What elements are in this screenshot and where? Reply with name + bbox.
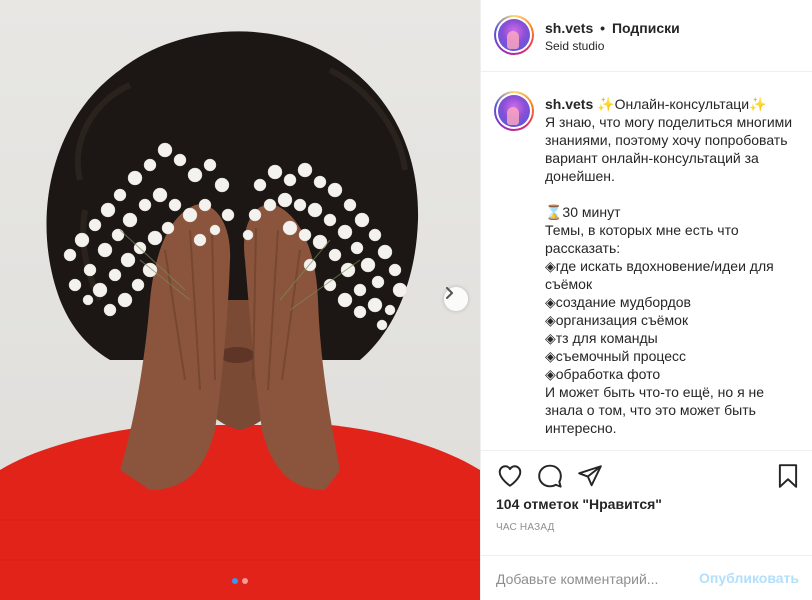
caption-author-link[interactable]: sh.vets xyxy=(545,96,593,112)
carousel-indicator xyxy=(0,578,480,584)
carousel-next-button[interactable] xyxy=(444,287,468,311)
sweater-shape xyxy=(0,425,480,600)
avatar[interactable] xyxy=(494,15,534,55)
chevron-right-icon xyxy=(446,287,453,299)
share-icon xyxy=(578,465,602,487)
save-button[interactable] xyxy=(775,463,801,489)
post-actions: 104 отметок "Нравится" ЧАС НАЗАД Опублик… xyxy=(481,450,812,600)
post-photo[interactable] xyxy=(0,0,480,600)
comments-scroll-area[interactable]: sh.vets ✨Онлайн-консультаци✨ Я знаю, что… xyxy=(481,73,812,450)
likes-count[interactable]: 104 отметок "Нравится" xyxy=(496,496,662,512)
comment-icon xyxy=(538,464,562,488)
carousel-dot-active xyxy=(232,578,238,584)
location-link[interactable]: Seid studio xyxy=(545,39,604,53)
post-photo-illustration xyxy=(0,31,480,600)
comment-bar: Опубликовать xyxy=(481,555,812,600)
comment-button[interactable] xyxy=(537,463,563,489)
bookmark-icon xyxy=(778,464,798,488)
post-side-panel: sh.vets • Подписки Seid studio sh.vets ✨… xyxy=(480,0,812,600)
post-timestamp[interactable]: ЧАС НАЗАД xyxy=(496,522,555,533)
share-button[interactable] xyxy=(577,463,603,489)
post-header: sh.vets • Подписки Seid studio xyxy=(481,0,812,72)
comment-input[interactable] xyxy=(496,568,696,590)
header-name-row: sh.vets • Подписки xyxy=(545,20,680,36)
caption-text: ✨Онлайн-консультаци✨ Я знаю, что могу по… xyxy=(545,96,793,436)
separator: • xyxy=(600,20,606,36)
username-link[interactable]: sh.vets xyxy=(545,20,593,36)
caption-avatar[interactable] xyxy=(494,91,534,131)
publish-button[interactable]: Опубликовать xyxy=(699,570,799,586)
carousel-dot xyxy=(242,578,248,584)
heart-icon xyxy=(498,465,522,487)
follow-button[interactable]: Подписки xyxy=(612,20,680,36)
caption: sh.vets ✨Онлайн-консультаци✨ Я знаю, что… xyxy=(545,95,801,437)
like-button[interactable] xyxy=(497,463,523,489)
